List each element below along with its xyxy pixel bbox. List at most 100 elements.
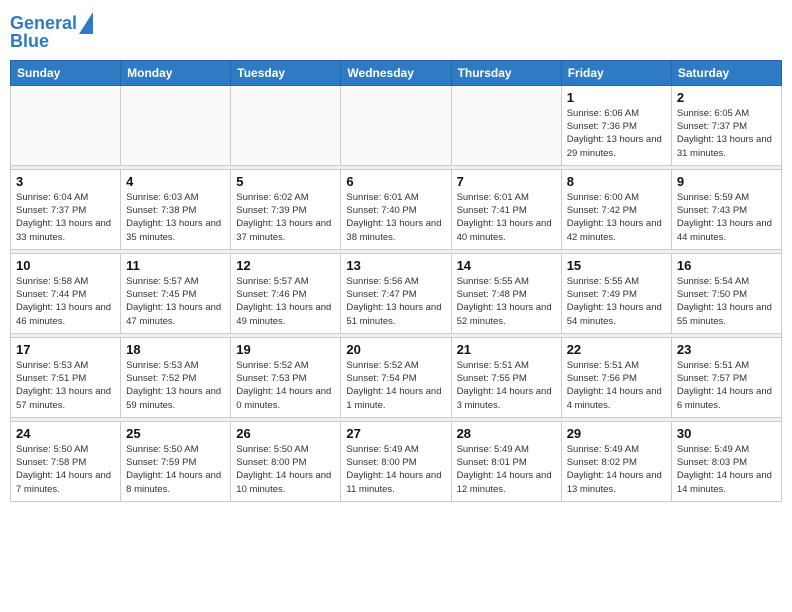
day-info: Sunrise: 5:49 AMSunset: 8:00 PMDaylight:… bbox=[346, 443, 445, 496]
day-number: 23 bbox=[677, 342, 776, 357]
calendar-cell: 27 Sunrise: 5:49 AMSunset: 8:00 PMDayligh… bbox=[341, 421, 451, 501]
calendar-cell: 15 Sunrise: 5:55 AMSunset: 7:49 PMDayligh… bbox=[561, 253, 671, 333]
calendar-cell: 28Sunrise: 5:49 AMSunset: 8:01 PMDayligh… bbox=[451, 421, 561, 501]
day-number: 28 bbox=[457, 426, 556, 441]
calendar-cell: 23 Sunrise: 5:51 AMSunset: 7:57 PMDayligh… bbox=[671, 337, 781, 417]
day-info: Sunrise: 5:53 AMSunset: 7:52 PMDaylight:… bbox=[126, 359, 225, 412]
calendar-cell: 14 Sunrise: 5:55 AMSunset: 7:48 PMDayligh… bbox=[451, 253, 561, 333]
calendar-cell: 5 Sunrise: 6:02 AMSunset: 7:39 PMDaylight… bbox=[231, 169, 341, 249]
calendar-cell bbox=[121, 85, 231, 165]
calendar-week-row: 10 Sunrise: 5:58 AMSunset: 7:44 PMDayligh… bbox=[11, 253, 782, 333]
calendar-cell: 25Sunrise: 5:50 AMSunset: 7:59 PMDayligh… bbox=[121, 421, 231, 501]
day-number: 24 bbox=[16, 426, 115, 441]
day-number: 5 bbox=[236, 174, 335, 189]
header-thursday: Thursday bbox=[451, 60, 561, 85]
calendar-cell: 18 Sunrise: 5:53 AMSunset: 7:52 PMDayligh… bbox=[121, 337, 231, 417]
day-number: 2 bbox=[677, 90, 776, 105]
day-info: Sunrise: 5:51 AMSunset: 7:55 PMDaylight:… bbox=[457, 359, 556, 412]
day-info: Sunrise: 5:56 AMSunset: 7:47 PMDaylight:… bbox=[346, 275, 445, 328]
day-number: 8 bbox=[567, 174, 666, 189]
day-number: 18 bbox=[126, 342, 225, 357]
logo-text2: Blue bbox=[10, 32, 49, 52]
calendar-week-row: 24 Sunrise: 5:50 AMSunset: 7:58 PMDayligh… bbox=[11, 421, 782, 501]
calendar-cell: 19 Sunrise: 5:52 AMSunset: 7:53 PMDayligh… bbox=[231, 337, 341, 417]
day-number: 4 bbox=[126, 174, 225, 189]
day-info: Sunrise: 5:50 AMSunset: 7:59 PMDaylight:… bbox=[126, 443, 225, 496]
day-info: Sunrise: 5:54 AMSunset: 7:50 PMDaylight:… bbox=[677, 275, 776, 328]
calendar-cell bbox=[11, 85, 121, 165]
day-info: Sunrise: 5:49 AMSunset: 8:03 PMDaylight:… bbox=[677, 443, 776, 496]
day-number: 9 bbox=[677, 174, 776, 189]
calendar-cell: 1 Sunrise: 6:06 AMSunset: 7:36 PMDaylight… bbox=[561, 85, 671, 165]
header-tuesday: Tuesday bbox=[231, 60, 341, 85]
day-info: Sunrise: 6:06 AMSunset: 7:36 PMDaylight:… bbox=[567, 107, 666, 160]
calendar-cell: 17 Sunrise: 5:53 AMSunset: 7:51 PMDayligh… bbox=[11, 337, 121, 417]
calendar-cell: 6Sunrise: 6:01 AMSunset: 7:40 PMDaylight… bbox=[341, 169, 451, 249]
day-info: Sunrise: 5:50 AMSunset: 7:58 PMDaylight:… bbox=[16, 443, 115, 496]
day-number: 17 bbox=[16, 342, 115, 357]
page-header: General Blue bbox=[10, 10, 782, 52]
day-info: Sunrise: 6:01 AMSunset: 7:41 PMDaylight:… bbox=[457, 191, 556, 244]
day-number: 21 bbox=[457, 342, 556, 357]
day-info: Sunrise: 5:51 AMSunset: 7:57 PMDaylight:… bbox=[677, 359, 776, 412]
logo: General Blue bbox=[10, 10, 93, 52]
calendar-cell: 22Sunrise: 5:51 AMSunset: 7:56 PMDayligh… bbox=[561, 337, 671, 417]
day-info: Sunrise: 5:55 AMSunset: 7:48 PMDaylight:… bbox=[457, 275, 556, 328]
day-number: 26 bbox=[236, 426, 335, 441]
calendar-cell: 11 Sunrise: 5:57 AMSunset: 7:45 PMDayligh… bbox=[121, 253, 231, 333]
day-number: 12 bbox=[236, 258, 335, 273]
day-info: Sunrise: 5:50 AMSunset: 8:00 PMDaylight:… bbox=[236, 443, 335, 496]
day-number: 27 bbox=[346, 426, 445, 441]
calendar-cell: 21 Sunrise: 5:51 AMSunset: 7:55 PMDayligh… bbox=[451, 337, 561, 417]
calendar-cell: 10 Sunrise: 5:58 AMSunset: 7:44 PMDayligh… bbox=[11, 253, 121, 333]
day-number: 3 bbox=[16, 174, 115, 189]
header-friday: Friday bbox=[561, 60, 671, 85]
day-number: 10 bbox=[16, 258, 115, 273]
header-wednesday: Wednesday bbox=[341, 60, 451, 85]
calendar-cell: 29 Sunrise: 5:49 AMSunset: 8:02 PMDayligh… bbox=[561, 421, 671, 501]
day-number: 16 bbox=[677, 258, 776, 273]
calendar-week-row: 1 Sunrise: 6:06 AMSunset: 7:36 PMDaylight… bbox=[11, 85, 782, 165]
day-info: Sunrise: 5:58 AMSunset: 7:44 PMDaylight:… bbox=[16, 275, 115, 328]
day-info: Sunrise: 5:52 AMSunset: 7:53 PMDaylight:… bbox=[236, 359, 335, 412]
day-number: 15 bbox=[567, 258, 666, 273]
calendar-cell: 9Sunrise: 5:59 AMSunset: 7:43 PMDaylight… bbox=[671, 169, 781, 249]
day-number: 19 bbox=[236, 342, 335, 357]
calendar-cell: 4 Sunrise: 6:03 AMSunset: 7:38 PMDaylight… bbox=[121, 169, 231, 249]
day-number: 22 bbox=[567, 342, 666, 357]
calendar-cell: 12 Sunrise: 5:57 AMSunset: 7:46 PMDayligh… bbox=[231, 253, 341, 333]
calendar-cell: 7 Sunrise: 6:01 AMSunset: 7:41 PMDaylight… bbox=[451, 169, 561, 249]
logo-triangle-icon bbox=[79, 12, 93, 34]
calendar-cell: 24 Sunrise: 5:50 AMSunset: 7:58 PMDayligh… bbox=[11, 421, 121, 501]
day-info: Sunrise: 5:55 AMSunset: 7:49 PMDaylight:… bbox=[567, 275, 666, 328]
calendar-cell: 20Sunrise: 5:52 AMSunset: 7:54 PMDayligh… bbox=[341, 337, 451, 417]
day-info: Sunrise: 5:57 AMSunset: 7:46 PMDaylight:… bbox=[236, 275, 335, 328]
calendar-cell: 30 Sunrise: 5:49 AMSunset: 8:03 PMDayligh… bbox=[671, 421, 781, 501]
calendar-cell: 3Sunrise: 6:04 AMSunset: 7:37 PMDaylight… bbox=[11, 169, 121, 249]
day-number: 11 bbox=[126, 258, 225, 273]
calendar-cell bbox=[341, 85, 451, 165]
day-number: 7 bbox=[457, 174, 556, 189]
day-info: Sunrise: 6:02 AMSunset: 7:39 PMDaylight:… bbox=[236, 191, 335, 244]
day-number: 13 bbox=[346, 258, 445, 273]
calendar-cell bbox=[451, 85, 561, 165]
day-number: 1 bbox=[567, 90, 666, 105]
calendar-cell: 8Sunrise: 6:00 AMSunset: 7:42 PMDaylight… bbox=[561, 169, 671, 249]
day-info: Sunrise: 6:03 AMSunset: 7:38 PMDaylight:… bbox=[126, 191, 225, 244]
calendar-header-row: SundayMondayTuesdayWednesdayThursdayFrid… bbox=[11, 60, 782, 85]
day-info: Sunrise: 5:53 AMSunset: 7:51 PMDaylight:… bbox=[16, 359, 115, 412]
day-info: Sunrise: 6:05 AMSunset: 7:37 PMDaylight:… bbox=[677, 107, 776, 160]
calendar-week-row: 3Sunrise: 6:04 AMSunset: 7:37 PMDaylight… bbox=[11, 169, 782, 249]
day-number: 14 bbox=[457, 258, 556, 273]
day-number: 29 bbox=[567, 426, 666, 441]
day-info: Sunrise: 5:57 AMSunset: 7:45 PMDaylight:… bbox=[126, 275, 225, 328]
header-saturday: Saturday bbox=[671, 60, 781, 85]
header-sunday: Sunday bbox=[11, 60, 121, 85]
calendar-week-row: 17 Sunrise: 5:53 AMSunset: 7:51 PMDayligh… bbox=[11, 337, 782, 417]
day-info: Sunrise: 5:49 AMSunset: 8:02 PMDaylight:… bbox=[567, 443, 666, 496]
day-number: 30 bbox=[677, 426, 776, 441]
calendar-table: SundayMondayTuesdayWednesdayThursdayFrid… bbox=[10, 60, 782, 502]
calendar-cell: 13 Sunrise: 5:56 AMSunset: 7:47 PMDayligh… bbox=[341, 253, 451, 333]
day-number: 6 bbox=[346, 174, 445, 189]
calendar-cell bbox=[231, 85, 341, 165]
